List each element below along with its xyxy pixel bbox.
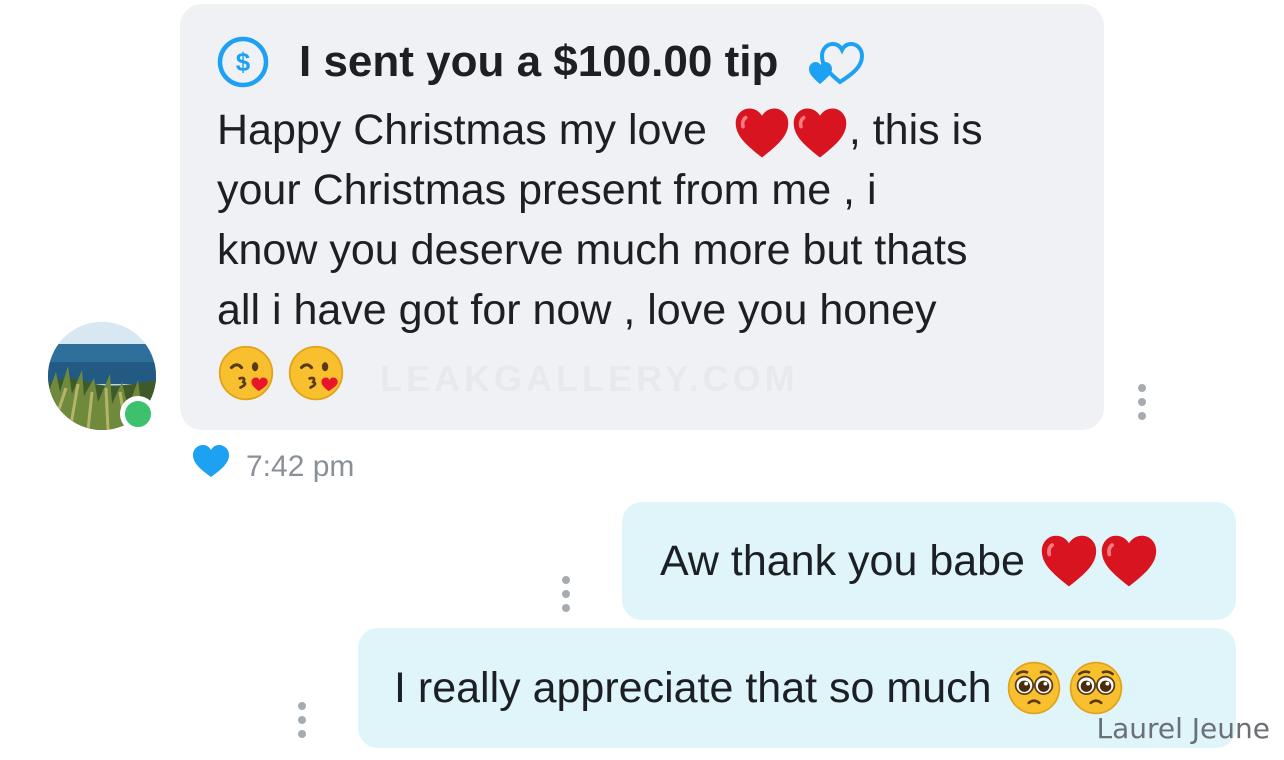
chat-screen: $ I sent you a $100.00 tip Happy Christm… — [0, 0, 1284, 760]
tip-message-text: Happy Christmas my love , this is your C… — [217, 100, 1077, 402]
outgoing-message-menu-button[interactable] — [292, 700, 312, 740]
outgoing-message[interactable]: Aw thank you babe — [622, 502, 1236, 620]
outgoing-message-text: I really appreciate that so much — [394, 663, 992, 712]
svg-text:$: $ — [236, 47, 251, 77]
online-status-dot — [120, 396, 156, 432]
outgoing-message-text: Aw thank you babe — [660, 536, 1025, 585]
kebab-dot — [1138, 398, 1146, 406]
message-line-1-end: , this is — [848, 106, 983, 154]
red-heart-emoji — [1039, 533, 1099, 589]
message-line-2: your Christmas present from me , i — [217, 166, 877, 214]
tip-title: I sent you a $100.00 tip — [299, 37, 779, 86]
kebab-dot — [562, 576, 570, 584]
message-timestamp: 7:42 pm — [246, 450, 355, 483]
kebab-dot — [298, 702, 306, 710]
incoming-tip-message[interactable]: $ I sent you a $100.00 tip Happy Christm… — [180, 4, 1104, 430]
message-line-4: all i have got for now , love you honey — [217, 286, 937, 334]
red-heart-emoji — [1099, 533, 1159, 589]
pleading-face-emoji — [1006, 660, 1062, 716]
watermark: LEAKGALLERY.COM — [380, 358, 799, 399]
double-heart-outline-icon — [809, 41, 865, 85]
kebab-dot — [562, 590, 570, 598]
message-line-1: Happy Christmas my love — [217, 106, 707, 154]
red-heart-emoji — [791, 106, 849, 160]
dollar-circle-icon: $ — [217, 36, 269, 88]
outgoing-message-menu-button[interactable] — [556, 574, 576, 614]
heart-filled-icon[interactable] — [192, 444, 230, 478]
kissing-face-emoji — [217, 344, 275, 402]
pleading-face-emoji — [1068, 660, 1124, 716]
incoming-message-menu-button[interactable] — [1132, 382, 1152, 422]
kebab-dot — [298, 730, 306, 738]
kebab-dot — [562, 604, 570, 612]
kebab-dot — [298, 716, 306, 724]
kissing-face-emoji — [287, 344, 345, 402]
author-credit: Laurel Jeune — [1096, 712, 1270, 745]
red-heart-emoji — [733, 106, 791, 160]
message-line-3: know you deserve much more but thats — [217, 226, 968, 274]
kebab-dot — [1138, 384, 1146, 392]
tip-header: $ I sent you a $100.00 tip — [217, 32, 1074, 92]
kebab-dot — [1138, 412, 1146, 420]
